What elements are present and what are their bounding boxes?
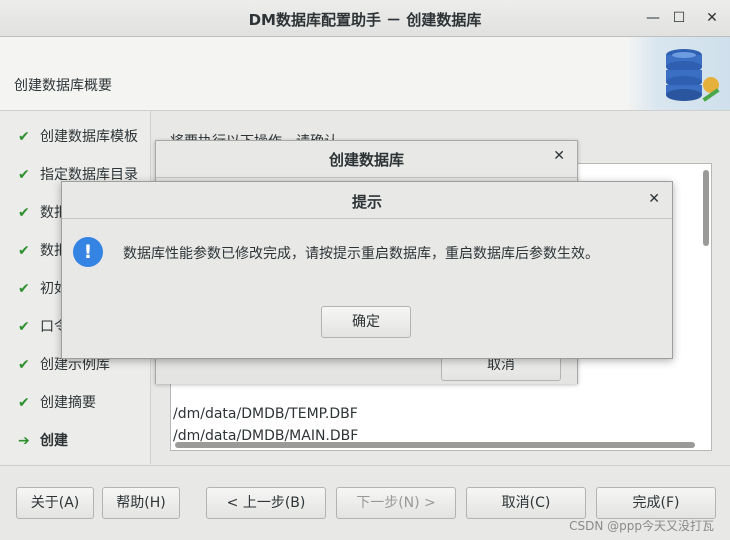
cancel-button[interactable]: 取消(C) (466, 487, 586, 519)
check-icon: ✔ (18, 243, 30, 259)
dialog-title: 创建数据库 (328, 151, 404, 169)
close-icon[interactable]: ✕ (648, 191, 660, 207)
close-icon[interactable]: ✕ (553, 148, 565, 164)
exclamation-icon: ! (73, 237, 103, 267)
vertical-scrollbar[interactable] (703, 170, 709, 246)
page-title: 创建数据库概要 (14, 78, 112, 94)
ok-button[interactable]: 确定 (321, 306, 411, 338)
step-create: ➔ 创建 (18, 430, 68, 452)
window-title: DM数据库配置助手 － 创建数据库 (248, 11, 482, 29)
finish-button[interactable]: 完成(F) (596, 487, 716, 519)
maximize-icon[interactable]: ☐ (669, 8, 689, 28)
check-icon: ✔ (18, 129, 30, 145)
next-button[interactable]: 下一步(N) > (336, 487, 456, 519)
check-icon: ✔ (18, 357, 30, 373)
close-icon[interactable]: ✕ (702, 8, 722, 28)
step-label: 创建数据库模板 (40, 129, 138, 145)
step-label: 创建示例库 (40, 357, 110, 373)
alert-message: 数据库性能参数已修改完成，请按提示重启数据库，重启数据库后参数生效。 (123, 246, 599, 262)
window-titlebar[interactable]: DM数据库配置助手 － 创建数据库 — ☐ ✕ (0, 0, 730, 37)
alert-dialog: 提示 ✕ ! 数据库性能参数已修改完成，请按提示重启数据库，重启数据库后参数生效… (61, 181, 673, 359)
check-icon: ✔ (18, 319, 30, 335)
horizontal-scrollbar[interactable] (175, 442, 695, 448)
about-button[interactable]: 关于(A) (16, 487, 94, 519)
check-icon: ✔ (18, 281, 30, 297)
step-summary: ✔ 创建摘要 (18, 392, 96, 414)
database-logo-icon (666, 49, 720, 102)
arrow-right-icon: ➔ (18, 433, 30, 449)
alert-title: 提示 (351, 193, 382, 211)
page-header: 创建数据库概要 (0, 37, 730, 111)
step-create-template: ✔ 创建数据库模板 (18, 126, 138, 148)
prev-button[interactable]: < 上一步(B) (206, 487, 326, 519)
divider (62, 218, 672, 219)
step-label: 创建 (40, 433, 68, 449)
check-icon: ✔ (18, 205, 30, 221)
log-line: /dm/data/DMDB/TEMP.DBF (173, 406, 358, 422)
watermark: CSDN @ppp今天又没打瓦 (569, 519, 714, 533)
help-button[interactable]: 帮助(H) (102, 487, 180, 519)
header-banner (626, 37, 730, 110)
check-icon: ✔ (18, 167, 30, 183)
wizard-footer: 关于(A) 帮助(H) < 上一步(B) 下一步(N) > 取消(C) 完成(F… (0, 465, 730, 540)
minimize-icon[interactable]: — (643, 8, 663, 28)
check-icon: ✔ (18, 395, 30, 411)
step-label: 创建摘要 (40, 395, 96, 411)
